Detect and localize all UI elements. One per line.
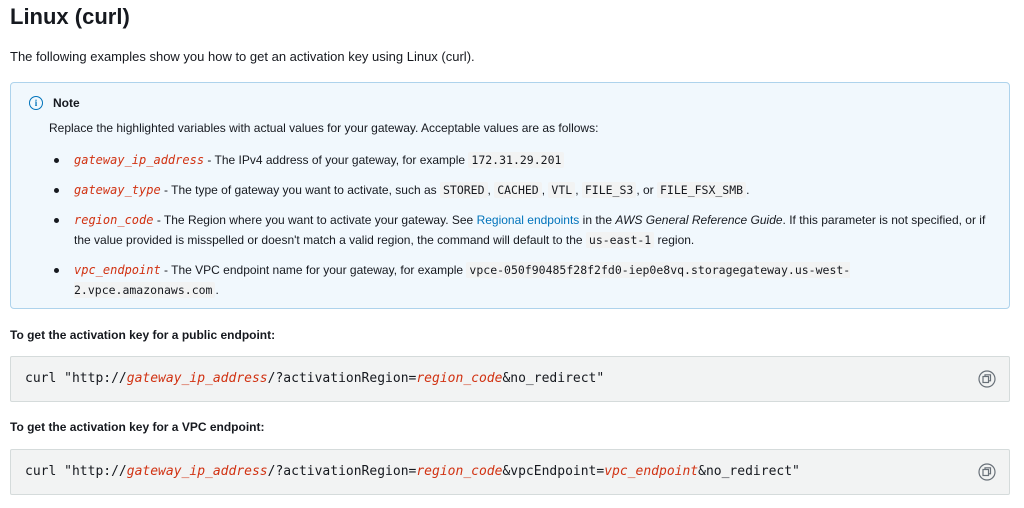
info-icon: i [29,96,43,110]
public-code-block: curl "http://gateway_ip_address/?activat… [10,356,1010,402]
note-title: Note [53,96,80,110]
vpc-endpoint-heading: To get the activation key for a VPC endp… [10,420,265,434]
sentence-end: . [215,283,219,297]
code-variable: region_code [416,371,503,386]
variable-description-mid: in the [579,213,616,227]
code-variable: vpc_endpoint [604,464,699,479]
variable-name: region_code [74,213,154,227]
example-code: 172.31.29.201 [468,152,565,168]
code-line: curl "http://gateway_ip_address/?activat… [25,371,604,386]
copy-icon[interactable] [978,370,996,388]
code-line: curl "http://gateway_ip_address/?activat… [25,464,800,479]
public-endpoint-heading: To get the activation key for a public e… [10,328,276,342]
code-text: &vpcEndpoint= [502,464,605,479]
variable-name: vpc_endpoint [74,263,161,277]
documentation-page: Linux (curl) The following examples show… [0,0,1024,508]
note-text: Replace the highlighted variables with a… [49,121,599,135]
variable-list: gateway_ip_address - The IPv4 address of… [49,150,994,310]
list-item: region_code - The Region where you want … [49,210,994,250]
variable-description: - The Region where you want to activate … [153,213,477,227]
note-header: i Note [29,96,80,110]
code-text: curl "http:// [25,371,127,386]
code-text: /?activationRegion= [267,464,417,479]
variable-description: - The type of gateway you want to activa… [160,183,440,197]
list-item: gateway_ip_address - The IPv4 address of… [49,150,994,170]
code-variable: region_code [416,464,503,479]
example-code: VTL [548,182,576,198]
variable-name: gateway_type [74,183,161,197]
vpc-code-block: curl "http://gateway_ip_address/?activat… [10,449,1010,495]
intro-text: The following examples show you how to g… [10,49,475,64]
code-variable: gateway_ip_address [126,371,268,386]
variable-description: - The IPv4 address of your gateway, for … [204,153,469,167]
regional-endpoints-link[interactable]: Regional endpoints [477,213,580,227]
sentence-end: . [746,183,750,197]
list-item: vpc_endpoint - The VPC endpoint name for… [49,260,994,300]
example-code: us-east-1 [585,232,655,248]
page-title: Linux (curl) [10,4,130,29]
guide-title: AWS General Reference Guide [615,213,783,227]
code-text: /?activationRegion= [267,371,417,386]
example-code: FILE_S3 [581,182,637,198]
note-box: i Note Replace the highlighted variables… [10,82,1010,309]
code-text: &no_redirect" [502,371,605,386]
variable-name: gateway_ip_address [74,153,205,167]
conjunction: , or [636,183,657,197]
example-code: STORED [439,182,488,198]
example-code: FILE_FSX_SMB [657,182,747,198]
code-text: &no_redirect" [698,464,800,479]
code-variable: gateway_ip_address [126,464,268,479]
copy-icon[interactable] [978,463,996,481]
sentence-end: region. [654,233,695,247]
list-item: gateway_type - The type of gateway you w… [49,180,994,200]
variable-description: - The VPC endpoint name for your gateway… [160,263,467,277]
example-code: CACHED [494,182,542,198]
code-text: curl "http:// [25,464,127,479]
